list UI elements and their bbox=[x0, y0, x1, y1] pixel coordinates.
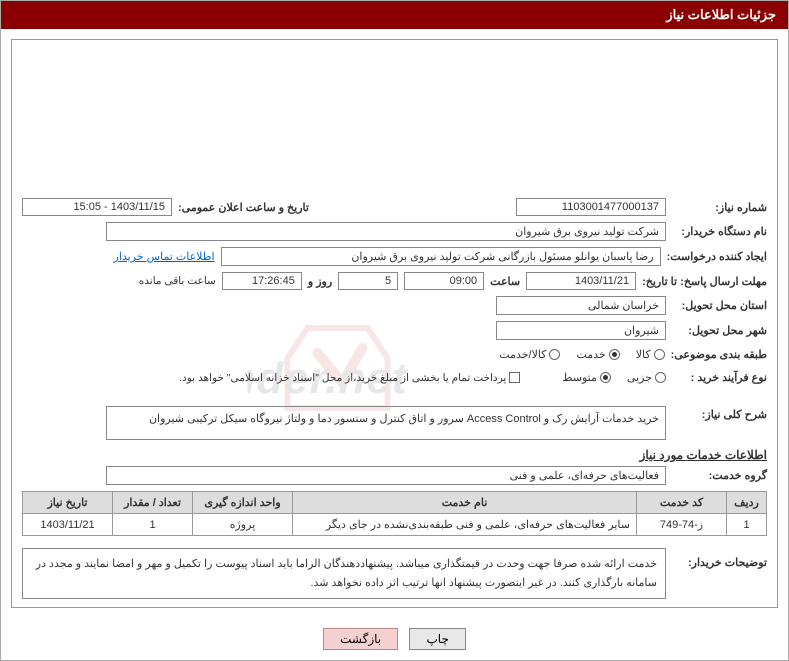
remain-label: ساعت باقی مانده bbox=[139, 275, 216, 287]
radio-goods-label: کالا bbox=[636, 348, 651, 361]
table-header-row: ردیف کد خدمت نام خدمت واحد اندازه گیری ت… bbox=[23, 492, 767, 514]
org-label: نام دستگاه خریدار: bbox=[672, 223, 767, 240]
row-province: استان محل تحویل: خراسان شمالی bbox=[22, 296, 767, 315]
row-service-group: گروه خدمت: فعالیت‌های حرفه‌ای، علمی و فن… bbox=[22, 466, 767, 485]
th-code: کد خدمت bbox=[637, 492, 727, 514]
button-row: چاپ بازگشت bbox=[1, 618, 788, 660]
province-value: خراسان شمالی bbox=[496, 296, 666, 315]
row-proc-type: نوع فرآیند خرید : جزیی متوسط پرداخت تمام… bbox=[22, 369, 767, 386]
details-panel: AriaTender.net شماره نیاز: 1103001477000… bbox=[11, 39, 778, 608]
need-no-value: 1103001477000137 bbox=[516, 198, 666, 216]
th-name: نام خدمت bbox=[293, 492, 637, 514]
radio-service[interactable]: خدمت bbox=[576, 348, 619, 361]
summary-value: خرید خدمات آرایش رک و Access Control سرو… bbox=[106, 406, 666, 440]
checkbox-icon bbox=[509, 372, 520, 383]
radio-goods[interactable]: کالا bbox=[636, 348, 665, 361]
back-button[interactable]: بازگشت bbox=[323, 628, 398, 650]
table-row: 1 ز-74-749 سایر فعالیت‌های حرفه‌ای، علمی… bbox=[23, 514, 767, 536]
radio-minor[interactable]: جزیی bbox=[627, 371, 666, 384]
cell-qty: 1 bbox=[113, 514, 193, 536]
cell-name: سایر فعالیت‌های حرفه‌ای، علمی و فنی طبقه… bbox=[293, 514, 637, 536]
section-title-services: اطلاعات خدمات مورد نیاز bbox=[22, 448, 767, 462]
deadline-date-value: 1403/11/21 bbox=[526, 272, 636, 290]
deadline-time-value: 09:00 bbox=[404, 272, 484, 290]
th-unit: واحد اندازه گیری bbox=[193, 492, 293, 514]
group-label: گروه خدمت: bbox=[672, 467, 767, 484]
city-value: شیروان bbox=[496, 321, 666, 340]
radio-medium[interactable]: متوسط bbox=[562, 371, 611, 384]
radio-both[interactable]: کالا/خدمت bbox=[499, 348, 560, 361]
days-label: روز و bbox=[308, 273, 332, 290]
radio-medium-label: متوسط bbox=[562, 371, 597, 384]
cell-row: 1 bbox=[727, 514, 767, 536]
row-summary: شرح کلی نیاز: خرید خدمات آرایش رک و Acce… bbox=[22, 406, 767, 440]
creator-value: رضا پاسبان یوانلو مسئول بازرگانی شرکت تو… bbox=[221, 247, 661, 266]
radio-icon bbox=[654, 349, 665, 360]
category-label: طبقه بندی موضوعی: bbox=[671, 346, 767, 363]
radio-icon bbox=[609, 349, 620, 360]
main-container: جزئیات اطلاعات نیاز AriaTender.net شماره… bbox=[0, 0, 789, 661]
radio-icon bbox=[549, 349, 560, 360]
row-buyer-desc: توضیحات خریدار: خدمت ارائه شده صرفا جهت … bbox=[22, 542, 767, 599]
content-wrap: AriaTender.net شماره نیاز: 1103001477000… bbox=[1, 29, 788, 618]
radio-icon bbox=[655, 372, 666, 383]
row-creator: ایجاد کننده درخواست: رضا پاسبان یوانلو م… bbox=[22, 247, 767, 266]
header-title: جزئیات اطلاعات نیاز bbox=[666, 7, 776, 22]
remain-time-value: 17:26:45 bbox=[222, 272, 302, 290]
announce-label: تاریخ و ساعت اعلان عمومی: bbox=[178, 199, 309, 216]
desc-label: توضیحات خریدار: bbox=[672, 542, 767, 571]
time-label: ساعت bbox=[490, 273, 520, 290]
group-value: فعالیت‌های حرفه‌ای، علمی و فنی bbox=[106, 466, 666, 485]
th-qty: تعداد / مقدار bbox=[113, 492, 193, 514]
row-city: شهر محل تحویل: شیروان bbox=[22, 321, 767, 340]
creator-label: ایجاد کننده درخواست: bbox=[667, 248, 767, 265]
th-row: ردیف bbox=[727, 492, 767, 514]
summary-label: شرح کلی نیاز: bbox=[672, 406, 767, 423]
checkbox-treasury[interactable]: پرداخت تمام یا بخشی از مبلغ خرید،از محل … bbox=[179, 372, 520, 384]
announce-value: 1403/11/15 - 15:05 bbox=[22, 198, 172, 216]
cell-code: ز-74-749 bbox=[637, 514, 727, 536]
province-label: استان محل تحویل: bbox=[672, 297, 767, 314]
buyer-contact-link[interactable]: اطلاعات تماس خریدار bbox=[114, 250, 215, 263]
org-value: شرکت تولید نیروی برق شیروان bbox=[106, 222, 666, 241]
deadline-label: مهلت ارسال پاسخ: تا تاریخ: bbox=[642, 273, 767, 290]
radio-both-label: کالا/خدمت bbox=[499, 348, 546, 361]
panel-header: جزئیات اطلاعات نیاز bbox=[1, 1, 788, 29]
row-category: طبقه بندی موضوعی: کالا خدمت کالا/خدمت bbox=[22, 346, 767, 363]
days-value: 5 bbox=[338, 272, 398, 290]
proc-type-label: نوع فرآیند خرید : bbox=[672, 369, 767, 386]
city-label: شهر محل تحویل: bbox=[672, 322, 767, 339]
need-no-label: شماره نیاز: bbox=[672, 199, 767, 216]
services-table: ردیف کد خدمت نام خدمت واحد اندازه گیری ت… bbox=[22, 491, 767, 536]
cell-date: 1403/11/21 bbox=[23, 514, 113, 536]
row-org: نام دستگاه خریدار: شرکت تولید نیروی برق … bbox=[22, 222, 767, 241]
print-button[interactable]: چاپ bbox=[409, 628, 465, 650]
row-deadline: مهلت ارسال پاسخ: تا تاریخ: 1403/11/21 سا… bbox=[22, 272, 767, 290]
radio-minor-label: جزیی bbox=[627, 371, 652, 384]
radio-icon bbox=[600, 372, 611, 383]
pay-note: پرداخت تمام یا بخشی از مبلغ خرید،از محل … bbox=[179, 372, 506, 384]
th-date: تاریخ نیاز bbox=[23, 492, 113, 514]
cell-unit: پروژه bbox=[193, 514, 293, 536]
radio-service-label: خدمت bbox=[576, 348, 605, 361]
row-need-no: شماره نیاز: 1103001477000137 تاریخ و ساع… bbox=[22, 198, 767, 216]
